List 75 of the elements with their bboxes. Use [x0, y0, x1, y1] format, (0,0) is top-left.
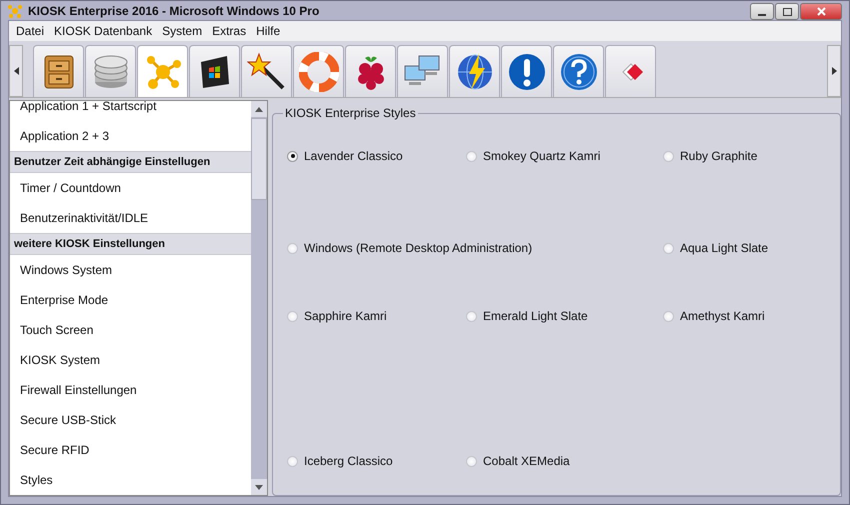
radio-dot[interactable]	[287, 310, 298, 322]
style-radio[interactable]: Cobalt XEMedia	[466, 453, 570, 469]
close-icon	[816, 7, 826, 16]
caret-left-icon	[14, 67, 18, 75]
radio-label: Cobalt XEMedia	[483, 454, 570, 468]
sidebar-item[interactable]: Secure USB-Stick	[10, 405, 251, 435]
style-radio[interactable]: Amethyst Kamri	[663, 308, 765, 324]
sidebar-item[interactable]: Benutzerinaktivität/IDLE	[10, 203, 251, 233]
radio-dot[interactable]	[466, 310, 477, 322]
style-radio[interactable]: Ruby Graphite	[663, 148, 758, 164]
menu-item[interactable]: Extras	[207, 24, 252, 38]
scroll-left-button[interactable]	[9, 45, 23, 97]
radio-label: Sapphire Kamri	[304, 309, 387, 323]
menu-item[interactable]: Datei	[11, 24, 50, 38]
sidebar-item[interactable]: Touch Screen	[10, 315, 251, 345]
style-radio[interactable]: Lavender Classico	[287, 148, 403, 164]
sidebar-item[interactable]: Secure RFID	[10, 435, 251, 465]
caret-right-icon	[832, 67, 836, 75]
sidebar-item[interactable]: Styles	[10, 465, 251, 495]
group-title: KIOSK Enterprise Styles	[284, 106, 417, 120]
style-radio[interactable]: Iceberg Classico	[287, 453, 393, 469]
scroll-down-button[interactable]	[251, 479, 267, 495]
menu-item[interactable]: System	[157, 24, 208, 38]
radio-label: Lavender Classico	[304, 149, 403, 163]
sidebar-item[interactable]: Application 2 + 3	[10, 121, 251, 151]
caret-down-icon	[255, 484, 263, 490]
radio-label: Emerald Light Slate	[483, 309, 588, 323]
section-header: weitere KIOSK Einstellungen	[10, 233, 251, 255]
toolbar-tab[interactable]	[189, 45, 240, 97]
toolbar-tab[interactable]	[33, 45, 84, 97]
lifebuoy-icon	[298, 52, 338, 92]
radio-dot[interactable]	[466, 456, 477, 466]
radio-dot[interactable]	[466, 150, 477, 162]
magic-wand-icon	[246, 52, 286, 92]
maximize-button[interactable]	[775, 3, 799, 20]
style-radio[interactable]: Emerald Light Slate	[466, 308, 588, 324]
radio-dot[interactable]	[663, 310, 674, 322]
radio-dot[interactable]	[287, 242, 298, 254]
style-radio[interactable]: Aqua Light Slate	[663, 240, 768, 256]
radio-dot[interactable]	[287, 456, 298, 466]
radio-label: Aqua Light Slate	[680, 241, 768, 255]
app-logo-icon	[8, 4, 22, 18]
sidebar-item[interactable]: KIOSK System	[10, 345, 251, 375]
radio-dot[interactable]	[287, 150, 298, 162]
radio-label: Iceberg Classico	[304, 454, 393, 468]
radio-label: Ruby Graphite	[680, 149, 758, 163]
scrollbar-thumb[interactable]	[251, 118, 267, 200]
radio-label: Smokey Quartz Kamri	[483, 149, 600, 163]
style-radio[interactable]: Windows (Remote Desktop Administration)	[287, 240, 532, 256]
sidebar-item[interactable]: Windows System	[10, 255, 251, 285]
window-title: KIOSK Enterprise 2016 - Microsoft Windows 10 Pro	[28, 4, 320, 18]
minimize-icon	[758, 14, 766, 16]
toolbar-tab[interactable]	[501, 45, 552, 97]
minimize-button[interactable]	[750, 3, 774, 20]
exclamation-icon	[506, 52, 546, 92]
radio-label: Windows (Remote Desktop Administration)	[304, 241, 532, 255]
sidebar-item[interactable]: Firewall Einstellungen	[10, 375, 251, 405]
sidebar-item[interactable]: Enterprise Mode	[10, 285, 251, 315]
style-radio[interactable]: Smokey Quartz Kamri	[466, 148, 600, 164]
menu-item[interactable]: Hilfe	[251, 24, 286, 38]
caret-up-icon	[255, 106, 263, 112]
close-button[interactable]	[800, 3, 842, 20]
sidebar-item[interactable]: Timer / Countdown	[10, 173, 251, 203]
help-icon	[558, 52, 598, 92]
scroll-up-button[interactable]	[251, 101, 267, 117]
maximize-icon	[782, 8, 792, 16]
radio-label: Amethyst Kamri	[680, 309, 765, 323]
sidebar-item[interactable]: Application 1 + Startscript	[10, 101, 251, 121]
radio-dot[interactable]	[663, 242, 674, 254]
section-header: Benutzer Zeit abhängige Einstellugen	[10, 151, 251, 173]
scroll-right-button[interactable]	[827, 45, 841, 97]
style-radio[interactable]: Sapphire Kamri	[287, 308, 387, 324]
menu-item[interactable]: KIOSK Datenbank	[49, 24, 158, 38]
radio-dot[interactable]	[663, 150, 674, 162]
toolbar-tab[interactable]	[241, 45, 292, 97]
